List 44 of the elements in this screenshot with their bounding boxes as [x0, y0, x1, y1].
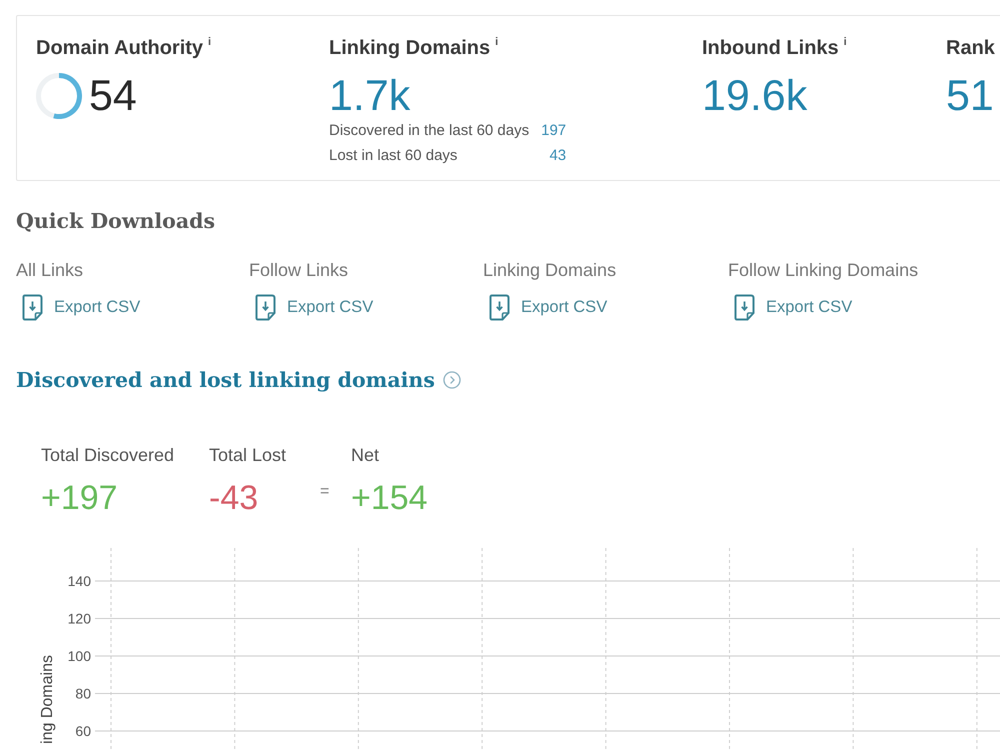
detail-value: 43: [549, 146, 566, 166]
metric-title: Inbound Links: [702, 36, 839, 60]
file-download-icon: [489, 294, 511, 321]
y-tick-label: 120: [68, 610, 91, 626]
score-ring: [36, 73, 82, 119]
metric-value: 54: [89, 72, 137, 120]
total-label: Total Lost: [209, 444, 286, 466]
file-download-icon: [255, 294, 277, 321]
section-title: Quick Downloads: [16, 208, 215, 235]
metric-title: Linking Domains: [329, 36, 490, 60]
metric-title: Domain Authority: [36, 36, 204, 60]
equals-sign: =: [320, 482, 330, 502]
total-value: +154: [351, 478, 428, 518]
total-label: Total Discovered: [41, 444, 174, 466]
y-tick-label: 100: [68, 648, 91, 664]
info-icon[interactable]: i: [844, 36, 847, 48]
metric-value: 19.6k: [702, 72, 808, 120]
export-csv-link[interactable]: Export CSV: [22, 294, 140, 321]
y-tick-label: 80: [75, 686, 91, 702]
file-download-icon: [734, 294, 756, 321]
y-tick-label: 140: [68, 573, 91, 589]
detail-label: Discovered in the last 60 days: [329, 121, 530, 141]
export-csv-link[interactable]: Export CSV: [489, 294, 608, 321]
file-download-icon: [22, 294, 44, 321]
download-label: All Links: [16, 259, 84, 281]
info-icon[interactable]: i: [208, 36, 212, 48]
chevron-circle-icon[interactable]: [442, 371, 461, 389]
detail-label: Lost in last 60 days: [329, 146, 458, 166]
y-axis-title: ing Domains: [39, 655, 56, 744]
download-label: Linking Domains: [483, 259, 616, 281]
metric-value: 1.7k: [329, 72, 410, 120]
export-csv-link[interactable]: Export CSV: [734, 294, 852, 321]
total-label: Net: [351, 444, 380, 466]
metric-value: 51: [946, 72, 994, 120]
section-title: Discovered and lost linking domains: [16, 367, 435, 394]
metric-title: Rank: [946, 36, 995, 60]
info-icon[interactable]: i: [495, 36, 498, 48]
total-value: +197: [41, 478, 118, 518]
y-tick-label: 60: [75, 723, 91, 739]
total-value: -43: [209, 478, 258, 518]
export-csv-link[interactable]: Export CSV: [255, 294, 374, 321]
download-label: Follow Linking Domains: [728, 259, 918, 281]
detail-value: 197: [541, 121, 566, 141]
download-label: Follow Links: [249, 259, 348, 281]
